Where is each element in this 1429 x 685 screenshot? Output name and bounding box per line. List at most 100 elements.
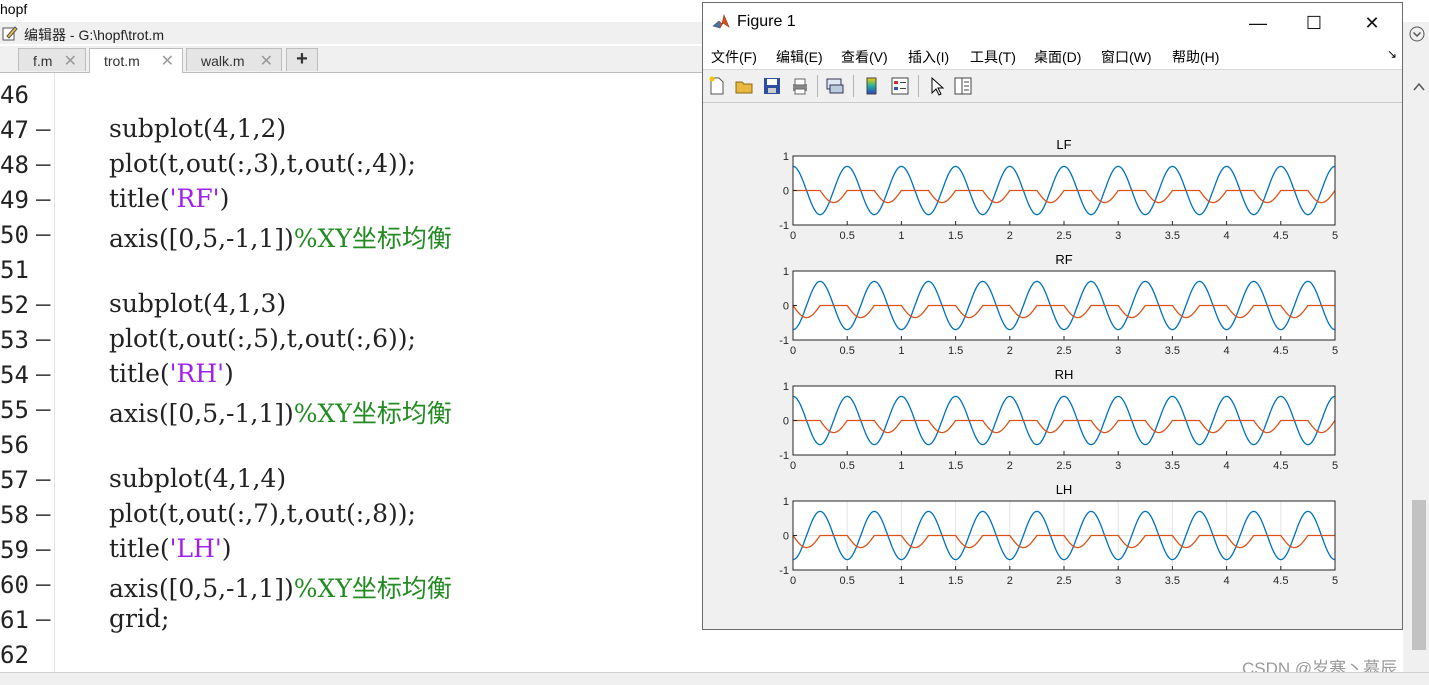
code-text: subplot(4,1,3) bbox=[109, 289, 287, 318]
x-tick-label: 4.5 bbox=[1273, 460, 1288, 472]
x-tick-label: 1 bbox=[898, 575, 904, 587]
breakpoint-marker[interactable]: — bbox=[36, 465, 50, 493]
open-file-icon[interactable] bbox=[734, 76, 754, 96]
x-tick-label: 3.5 bbox=[1165, 460, 1180, 472]
subplot-lh: LH0 0.5 1 1.5 2 2.5 3 3.5 4 4.5 510-1 bbox=[779, 482, 1338, 587]
x-tick-label: 3.5 bbox=[1165, 230, 1180, 242]
line-number: 52 bbox=[0, 291, 29, 319]
menu-window[interactable]: 窗口(W) bbox=[1101, 47, 1152, 67]
pointer-icon[interactable] bbox=[927, 76, 947, 96]
menu-view[interactable]: 查看(V) bbox=[841, 47, 888, 67]
breakpoint-marker[interactable]: — bbox=[36, 360, 50, 388]
line-number: 62 bbox=[0, 641, 29, 669]
string-literal: 'RH' bbox=[169, 359, 225, 388]
x-tick-label: 1.5 bbox=[948, 460, 963, 472]
code-text: plot(t,out(:,3),t,out(:,4)); bbox=[109, 149, 416, 178]
close-icon[interactable]: ✕ bbox=[64, 51, 77, 71]
code-text: grid; bbox=[109, 604, 170, 633]
x-tick-label: 1.5 bbox=[948, 230, 963, 242]
tab-trot-m[interactable]: trot.m ✕ bbox=[89, 48, 183, 73]
code-line: title('RF') bbox=[109, 184, 229, 213]
panel-menu-icon[interactable] bbox=[1409, 26, 1425, 42]
link-plot-icon[interactable] bbox=[825, 76, 845, 96]
breakpoint-marker[interactable]: — bbox=[36, 115, 50, 143]
line-number: 46 bbox=[0, 81, 29, 109]
minimize-button[interactable]: — bbox=[1235, 9, 1281, 37]
comment-text: %XY坐标均衡 bbox=[293, 574, 452, 603]
x-tick-label: 4 bbox=[1224, 460, 1230, 472]
tab-f-m[interactable]: f.m ✕ bbox=[18, 48, 86, 71]
plots-svg: LF0 0.5 1 1.5 2 2.5 3 3.5 4 4.5 510-1RF0 0.5 1 1.5 2 2.… bbox=[779, 137, 1338, 587]
y-tick-label: 0 bbox=[783, 186, 789, 198]
menu-help[interactable]: 帮助(H) bbox=[1172, 47, 1219, 67]
breakpoint-marker[interactable]: — bbox=[36, 220, 50, 248]
code-line: grid; bbox=[109, 604, 169, 633]
code-line: axis([0,5,-1,1])%XY坐标均衡 bbox=[109, 394, 452, 430]
breakpoint-marker[interactable]: — bbox=[36, 290, 50, 318]
close-button[interactable]: ✕ bbox=[1349, 9, 1395, 37]
dock-arrow-icon[interactable]: ↘ bbox=[1387, 47, 1397, 61]
code-text: axis([0,5,-1,1]) bbox=[109, 574, 294, 603]
scroll-up-icon[interactable] bbox=[1412, 80, 1426, 94]
new-figure-icon[interactable] bbox=[707, 76, 727, 96]
breakpoint-marker[interactable]: — bbox=[36, 570, 50, 598]
menu-file[interactable]: 文件(F) bbox=[711, 47, 757, 67]
breakpoint-marker[interactable]: — bbox=[36, 185, 50, 213]
line-number: 47 bbox=[0, 116, 29, 144]
print-icon[interactable] bbox=[790, 76, 810, 96]
menu-insert[interactable]: 插入(I) bbox=[908, 47, 949, 67]
save-icon[interactable] bbox=[762, 76, 782, 96]
breakpoint-marker[interactable]: — bbox=[36, 325, 50, 353]
menu-edit[interactable]: 编辑(E) bbox=[776, 47, 823, 67]
legend-icon[interactable] bbox=[890, 76, 910, 96]
breakpoint-marker[interactable]: — bbox=[36, 395, 50, 423]
x-tick-label: 2 bbox=[1007, 230, 1013, 242]
x-tick-label: 3 bbox=[1115, 345, 1121, 357]
x-tick-label: 5 bbox=[1332, 460, 1338, 472]
figure-title-bar: Figure 1 — ☐ ✕ bbox=[703, 3, 1402, 41]
y-tick-label: -1 bbox=[779, 565, 789, 577]
x-tick-label: 4.5 bbox=[1273, 345, 1288, 357]
subplot-title: LF bbox=[1056, 137, 1071, 152]
x-tick-label: 4 bbox=[1224, 230, 1230, 242]
x-tick-label: 5 bbox=[1332, 230, 1338, 242]
scrollbar-thumb[interactable] bbox=[1412, 500, 1426, 650]
code-line: title('LH') bbox=[109, 534, 232, 563]
y-tick-label: 1 bbox=[783, 381, 789, 393]
x-tick-label: 3 bbox=[1115, 230, 1121, 242]
x-tick-label: 0 bbox=[790, 460, 796, 472]
property-editor-icon[interactable] bbox=[953, 76, 973, 96]
line-number: 58 bbox=[0, 501, 29, 529]
code-line: axis([0,5,-1,1])%XY坐标均衡 bbox=[109, 569, 452, 605]
colorbar-icon[interactable] bbox=[862, 76, 882, 96]
gutter-separator bbox=[54, 73, 55, 673]
menu-tools[interactable]: 工具(T) bbox=[970, 47, 1016, 67]
y-tick-label: 1 bbox=[783, 151, 789, 163]
breakpoint-marker[interactable]: — bbox=[36, 605, 50, 633]
breakpoint-marker[interactable]: — bbox=[36, 150, 50, 178]
x-tick-label: 2.5 bbox=[1056, 230, 1071, 242]
x-tick-label: 5 bbox=[1332, 575, 1338, 587]
line-number: 56 bbox=[0, 431, 29, 459]
x-tick-label: 4 bbox=[1224, 575, 1230, 587]
breakpoint-marker[interactable]: — bbox=[36, 500, 50, 528]
menu-desktop[interactable]: 桌面(D) bbox=[1034, 47, 1081, 67]
code-line: title('RH') bbox=[109, 359, 234, 388]
x-tick-label: 3.5 bbox=[1165, 575, 1180, 587]
breakpoint-marker[interactable]: — bbox=[36, 535, 50, 563]
close-icon[interactable]: ✕ bbox=[260, 51, 273, 71]
close-icon[interactable]: ✕ bbox=[161, 51, 174, 71]
code-line: subplot(4,1,3) bbox=[109, 289, 286, 318]
figure-title: Figure 1 bbox=[737, 13, 796, 30]
maximize-button[interactable]: ☐ bbox=[1291, 9, 1337, 37]
add-tab-button[interactable]: + bbox=[286, 48, 318, 71]
x-tick-label: 0 bbox=[790, 575, 796, 587]
code-text: ) bbox=[224, 359, 234, 388]
y-tick-label: 0 bbox=[783, 301, 789, 313]
line-number: 50 bbox=[0, 221, 29, 249]
line-number: 61 bbox=[0, 606, 29, 634]
toolbar-separator bbox=[918, 75, 919, 97]
code-text: ) bbox=[219, 184, 230, 213]
x-tick-label: 0.5 bbox=[840, 345, 855, 357]
tab-walk-m[interactable]: walk.m ✕ bbox=[186, 48, 282, 71]
